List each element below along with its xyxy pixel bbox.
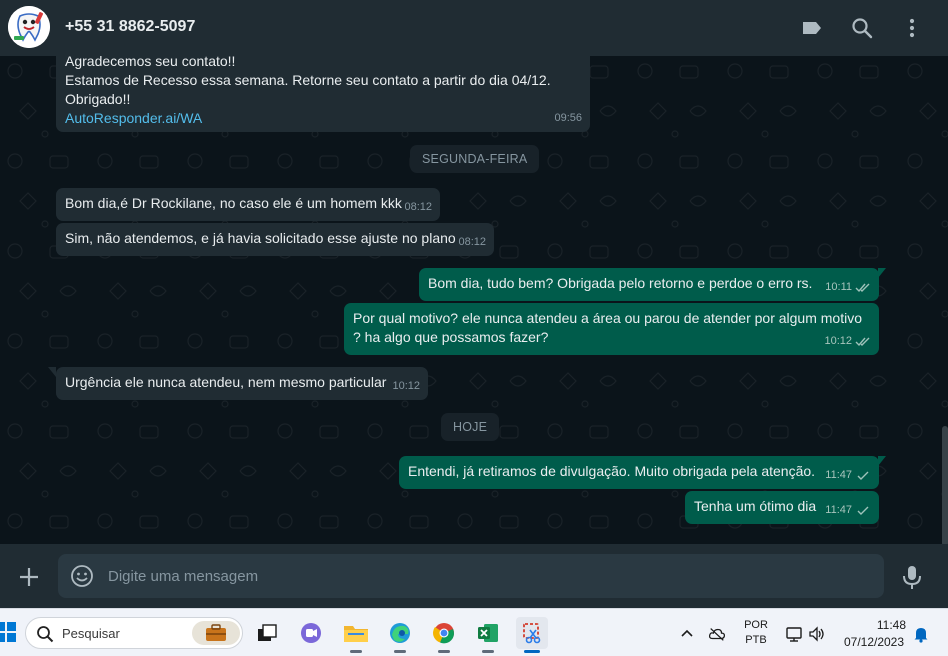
- message-time: 08:12: [458, 236, 486, 248]
- message-meta: 11:47: [825, 466, 871, 485]
- folder-icon: [344, 626, 368, 642]
- message-text: Estamos de Recesso essa semana. Retorne …: [65, 72, 551, 88]
- message-text: Urgência ele nunca atendeu, nem mesmo pa…: [65, 374, 387, 390]
- message-meta: 10:12: [824, 332, 871, 351]
- teams-chat-button[interactable]: [295, 617, 327, 649]
- contact-name[interactable]: +55 31 8862-5097: [65, 18, 195, 36]
- message-link[interactable]: AutoResponder.ai/WA: [65, 109, 581, 128]
- message-outgoing[interactable]: Tenha um ótimo dia 11:47: [685, 491, 879, 524]
- task-view-icon: [258, 624, 277, 641]
- search-highlight-badge: [192, 621, 240, 645]
- chrome-icon: [433, 623, 454, 644]
- emoji-icon[interactable]: [70, 564, 94, 588]
- briefcase-icon: [206, 624, 226, 641]
- cloud-offline-icon[interactable]: [708, 625, 726, 643]
- chat-area[interactable]: Agradecemos seu contato!! Estamos de Rec…: [0, 56, 948, 544]
- task-view-button[interactable]: [251, 617, 283, 649]
- chevron-up-icon[interactable]: [678, 625, 696, 643]
- message-composer: [0, 544, 948, 608]
- running-indicator: [438, 650, 450, 653]
- message-outgoing[interactable]: Bom dia, tudo bem? Obrigada pelo retorno…: [419, 268, 879, 301]
- taskbar-search[interactable]: Pesquisar: [25, 617, 243, 649]
- bubble-tail: [878, 456, 886, 466]
- message-text: Obrigado!!: [65, 91, 131, 107]
- message-text: Bom dia,é Dr Rockilane, no caso ele é um…: [65, 195, 402, 211]
- chat-scrollbar[interactable]: [942, 426, 948, 544]
- running-indicator: [524, 650, 540, 653]
- message-text: Bom dia, tudo bem? Obrigada pelo retorno…: [428, 275, 813, 291]
- language-indicator[interactable]: POR PTB: [740, 619, 772, 646]
- search-icon[interactable]: [848, 14, 876, 42]
- windows-taskbar: Pesquisar POR PTB 11:48 07/12/2023: [0, 608, 948, 656]
- single-check-icon: [857, 471, 869, 480]
- message-time: 10:12: [392, 380, 420, 392]
- volume-icon[interactable]: [808, 625, 826, 643]
- double-check-read-icon: [855, 283, 870, 293]
- search-placeholder: Pesquisar: [62, 626, 120, 641]
- language-top: POR: [744, 619, 768, 631]
- network-icon[interactable]: [785, 625, 803, 643]
- file-explorer-button[interactable]: [340, 617, 372, 653]
- search-icon: [37, 626, 54, 643]
- message-text: Sim, não atendemos, e já havia solicitad…: [65, 230, 456, 246]
- date-divider: SEGUNDA-FEIRA: [410, 145, 540, 173]
- menu-icon[interactable]: [898, 14, 926, 42]
- message-time: 10:11: [825, 281, 852, 293]
- snipping-tool-button[interactable]: [516, 617, 548, 653]
- message-time: 11:47: [825, 469, 852, 481]
- microphone-icon[interactable]: [900, 564, 924, 590]
- message-text: Tenha um ótimo dia: [694, 498, 817, 514]
- message-text: Agradecemos seu contato!!: [65, 56, 236, 69]
- excel-button[interactable]: [472, 617, 504, 653]
- message-text: Entendi, já retiramos de divulgação. Mui…: [408, 463, 816, 479]
- notification-bell-icon[interactable]: [912, 625, 930, 643]
- message-time: 10:12: [824, 335, 852, 347]
- message-outgoing[interactable]: Por qual motivo? ele nunca atendeu a áre…: [344, 303, 879, 355]
- message-time: 09:56: [554, 112, 582, 124]
- message-text: Por qual motivo? ele nunca atendeu a áre…: [353, 310, 863, 326]
- teams-chat-icon: [301, 623, 321, 643]
- message-time: 08:12: [404, 201, 432, 213]
- excel-icon: [478, 624, 498, 642]
- message-incoming[interactable]: Bom dia,é Dr Rockilane, no caso ele é um…: [56, 188, 440, 221]
- message-incoming[interactable]: Sim, não atendemos, e já havia solicitad…: [56, 223, 494, 256]
- message-incoming[interactable]: Agradecemos seu contato!! Estamos de Rec…: [56, 56, 590, 132]
- snipping-tool-icon: [523, 623, 541, 644]
- message-input[interactable]: [108, 554, 868, 598]
- message-meta: 10:11: [825, 278, 871, 297]
- label-icon[interactable]: [798, 14, 826, 42]
- contact-avatar[interactable]: [8, 6, 50, 48]
- language-bottom: PTB: [745, 634, 767, 646]
- message-input-box[interactable]: [58, 554, 884, 598]
- message-meta: 11:47: [825, 501, 871, 520]
- message-time: 11:47: [825, 504, 852, 516]
- edge-icon: [390, 623, 410, 643]
- attach-plus-icon[interactable]: [16, 564, 42, 590]
- bubble-tail: [878, 268, 886, 278]
- running-indicator: [482, 650, 494, 653]
- bubble-tail: [48, 367, 56, 377]
- clock-date: 07/12/2023: [843, 635, 905, 649]
- chat-header: +55 31 8862-5097: [0, 0, 948, 56]
- running-indicator: [350, 650, 362, 653]
- system-clock[interactable]: 11:48 07/12/2023: [838, 618, 910, 649]
- message-incoming[interactable]: Urgência ele nunca atendeu, nem mesmo pa…: [56, 367, 428, 400]
- running-indicator: [394, 650, 406, 653]
- single-check-icon: [857, 506, 869, 515]
- message-outgoing[interactable]: Entendi, já retiramos de divulgação. Mui…: [399, 456, 879, 489]
- chrome-button[interactable]: [428, 617, 460, 653]
- avatar-tooth-icon: [8, 6, 50, 48]
- double-check-read-icon: [855, 337, 870, 347]
- edge-button[interactable]: [384, 617, 416, 653]
- clock-time: 11:48: [876, 618, 906, 632]
- message-text: ? ha algo que possamos fazer?: [353, 329, 549, 345]
- date-divider: HOJE: [441, 413, 500, 441]
- windows-start-icon[interactable]: [0, 622, 16, 642]
